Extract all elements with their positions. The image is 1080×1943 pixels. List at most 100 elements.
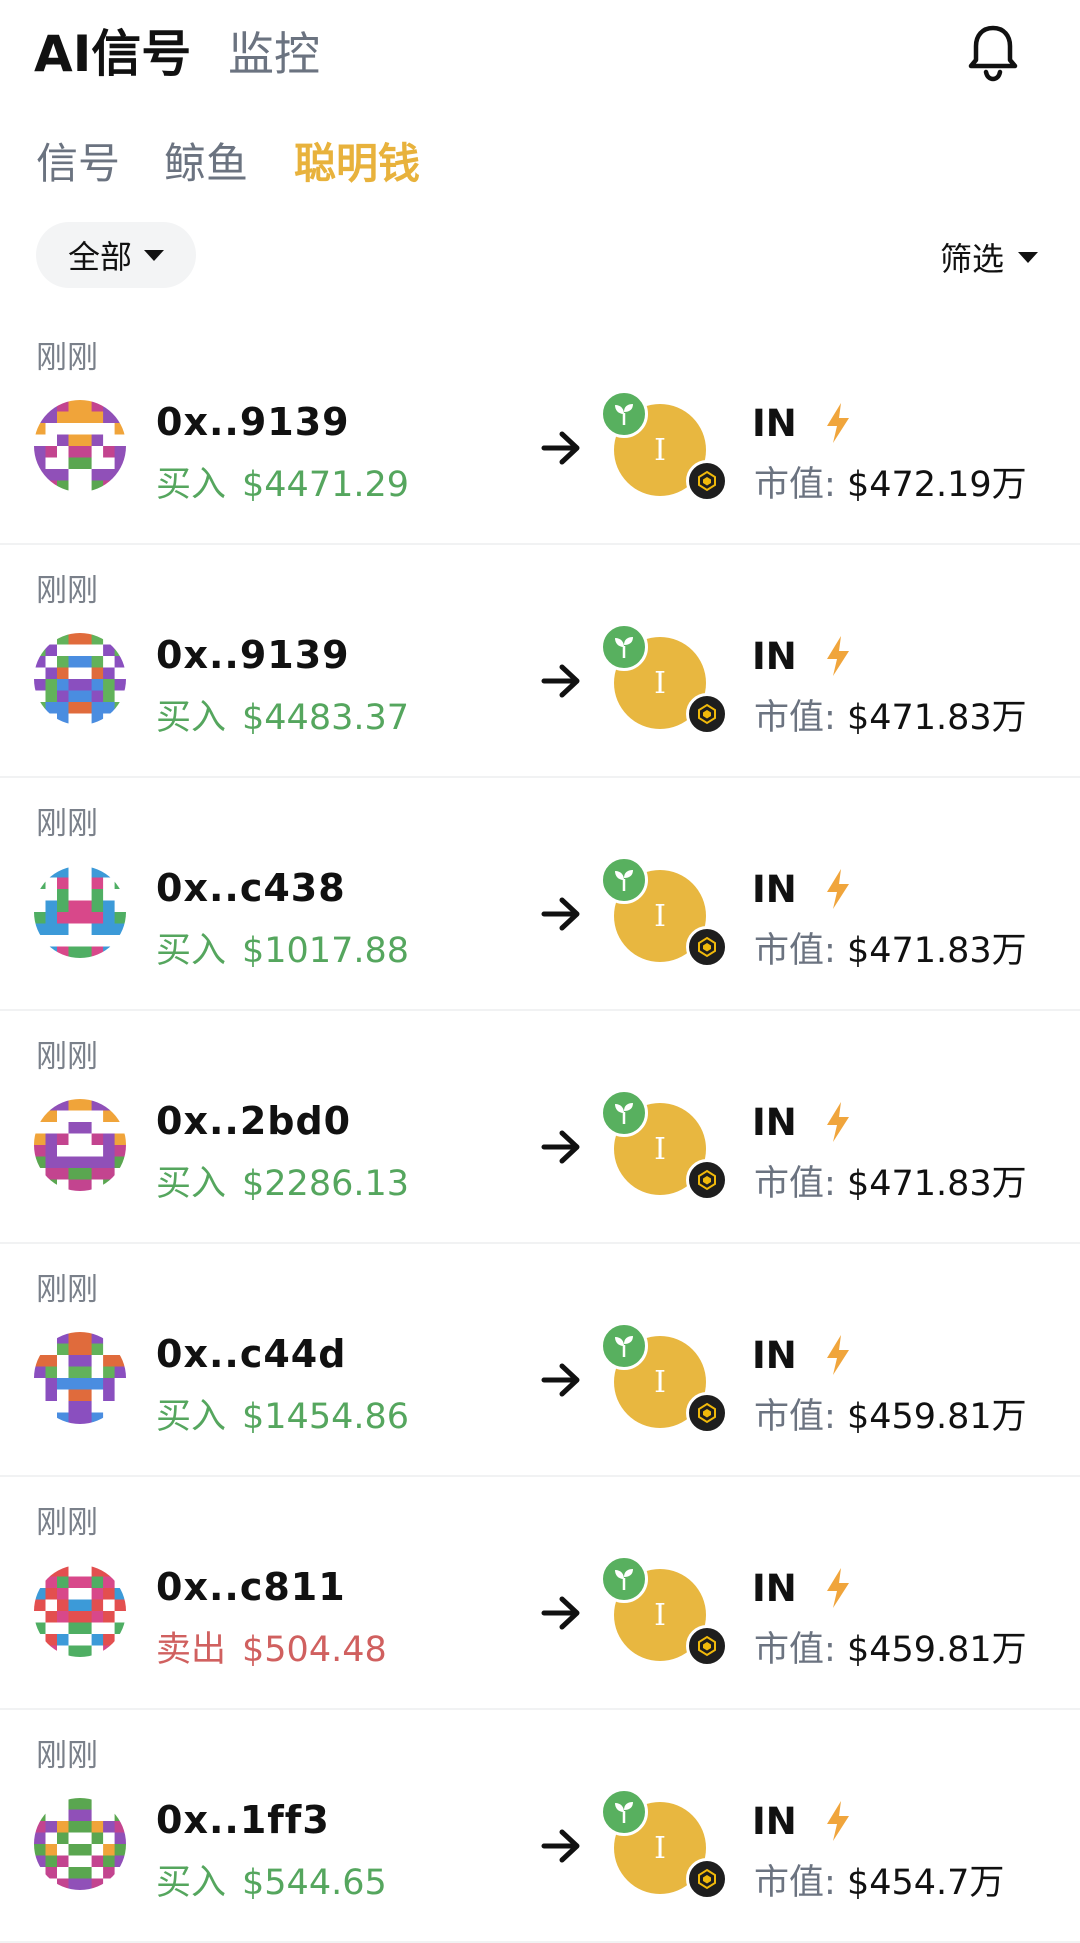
wallet-avatar[interactable] (34, 1099, 126, 1191)
market-cap-value: $471.83万 (846, 931, 1027, 971)
wallet-avatar[interactable] (34, 1332, 126, 1424)
time-label: 刚刚 (36, 806, 98, 842)
transaction-info: 买入 $1454.86 (156, 1388, 409, 1439)
arrow-right-icon (541, 1130, 580, 1164)
transaction-info: 买入 $1017.88 (156, 922, 409, 973)
arrow-right-icon (541, 1363, 580, 1397)
transaction-amount: $1454.86 (242, 1397, 410, 1437)
scope-dropdown[interactable]: 全部 (36, 222, 196, 288)
caret-down-icon (1018, 251, 1039, 263)
transaction-info: 买入 $544.65 (156, 1854, 387, 1905)
market-cap: 市值: $471.83万 (754, 1155, 1027, 1206)
token-avatar[interactable]: I (600, 1788, 730, 1918)
arrow-right-icon (541, 431, 580, 465)
filter-dropdown-label: 筛选 (940, 240, 1005, 278)
sprout-icon (600, 623, 648, 671)
transaction-info: 买入 $4471.29 (156, 456, 409, 507)
token-avatar[interactable]: I (600, 856, 730, 986)
sprout-icon (600, 1555, 648, 1603)
wallet-avatar[interactable] (34, 633, 126, 725)
top-bar: AI信号 监控 (0, 0, 1080, 100)
wallet-address[interactable]: 0x..9139 (156, 400, 350, 444)
token-symbol[interactable]: IN (752, 635, 797, 678)
market-cap-label: 市值: (754, 931, 836, 971)
wallet-avatar[interactable] (34, 1565, 126, 1657)
transaction-info: 买入 $4483.37 (156, 689, 409, 740)
bnb-chain-icon (686, 1159, 728, 1201)
market-cap: 市值: $471.83万 (754, 922, 1027, 973)
time-label: 刚刚 (36, 340, 98, 376)
time-label: 刚刚 (36, 1505, 98, 1541)
transaction-amount: $544.65 (242, 1863, 387, 1903)
transaction-info: 卖出 $504.48 (156, 1621, 387, 1672)
feed-row[interactable]: 刚刚 0x..c811 卖出 $504.48 I IN 市值: $459.81万 (0, 1475, 1080, 1710)
feed-row[interactable]: 刚刚 0x..c438 买入 $1017.88 I IN 市值: $471.83万 (0, 776, 1080, 1011)
tab-whales[interactable]: 鲸鱼 (164, 130, 248, 191)
token-symbol[interactable]: IN (752, 1334, 797, 1377)
lightning-icon (827, 403, 849, 443)
bnb-chain-icon (686, 460, 728, 502)
tab-smart-money[interactable]: 聪明钱 (294, 130, 420, 191)
token-symbol[interactable]: IN (752, 1800, 797, 1843)
tab-signals[interactable]: 信号 (36, 130, 120, 191)
token-symbol[interactable]: IN (752, 402, 797, 445)
wallet-address[interactable]: 0x..c438 (156, 866, 346, 910)
bnb-chain-icon (686, 693, 728, 735)
bell-icon[interactable] (965, 22, 1021, 82)
bnb-chain-icon (686, 926, 728, 968)
lightning-icon (827, 636, 849, 676)
token-avatar[interactable]: I (600, 1089, 730, 1219)
wallet-address[interactable]: 0x..c811 (156, 1565, 346, 1609)
feed-row[interactable]: 刚刚 0x..c44d 买入 $1454.86 I IN 市值: $459.81万 (0, 1242, 1080, 1477)
wallet-address[interactable]: 0x..2bd0 (156, 1099, 351, 1143)
transaction-action: 买入 (156, 465, 227, 505)
transaction-action: 买入 (156, 1397, 227, 1437)
token-symbol[interactable]: IN (752, 868, 797, 911)
filter-dropdown[interactable]: 筛选 (940, 234, 1039, 280)
sprout-icon (600, 1322, 648, 1370)
market-cap-value: $471.83万 (846, 1164, 1027, 1204)
wallet-address[interactable]: 0x..9139 (156, 633, 350, 677)
feed-row[interactable]: 刚刚 0x..1ff3 买入 $544.65 I IN 市值: $454.7万 (0, 1708, 1080, 1943)
market-cap-value: $459.81万 (846, 1397, 1027, 1437)
lightning-icon (827, 869, 849, 909)
wallet-avatar[interactable] (34, 400, 126, 492)
wallet-address[interactable]: 0x..c44d (156, 1332, 346, 1376)
token-symbol[interactable]: IN (752, 1101, 797, 1144)
caret-down-icon (144, 249, 164, 261)
sprout-icon (600, 390, 648, 438)
token-avatar[interactable]: I (600, 623, 730, 753)
market-cap-label: 市值: (754, 698, 836, 738)
token-avatar[interactable]: I (600, 1322, 730, 1452)
market-cap-label: 市值: (754, 1630, 836, 1670)
wallet-avatar[interactable] (34, 1798, 126, 1890)
arrow-right-icon (541, 1829, 580, 1863)
arrow-right-icon (541, 664, 580, 698)
page-title[interactable]: AI信号 (34, 14, 191, 86)
transaction-action: 卖出 (156, 1630, 227, 1670)
market-cap-label: 市值: (754, 1863, 836, 1903)
transaction-action: 买入 (156, 931, 227, 971)
market-cap: 市值: $454.7万 (754, 1854, 1004, 1905)
feed-row[interactable]: 刚刚 0x..9139 买入 $4471.29 I IN 市值: $472.19万 (0, 310, 1080, 545)
transaction-amount: $2286.13 (242, 1164, 410, 1204)
wallet-avatar[interactable] (34, 866, 126, 958)
transaction-amount: $1017.88 (242, 931, 410, 971)
feed-row[interactable]: 刚刚 0x..9139 买入 $4483.37 I IN 市值: $471.83万 (0, 543, 1080, 778)
tab-monitor[interactable]: 监控 (228, 18, 320, 84)
wallet-address[interactable]: 0x..1ff3 (156, 1798, 330, 1842)
market-cap: 市值: $472.19万 (754, 456, 1027, 507)
lightning-icon (827, 1335, 849, 1375)
transaction-action: 买入 (156, 1863, 227, 1903)
time-label: 刚刚 (36, 1272, 98, 1308)
token-avatar[interactable]: I (600, 390, 730, 520)
token-avatar[interactable]: I (600, 1555, 730, 1685)
feed-row[interactable]: 刚刚 0x..2bd0 买入 $2286.13 I IN 市值: $471.83万 (0, 1009, 1080, 1244)
token-symbol[interactable]: IN (752, 1567, 797, 1610)
market-cap-value: $454.7万 (846, 1863, 1005, 1903)
sprout-icon (600, 1089, 648, 1137)
transaction-amount: $4471.29 (242, 465, 410, 505)
market-cap-label: 市值: (754, 1164, 836, 1204)
market-cap: 市值: $471.83万 (754, 689, 1027, 740)
market-cap-value: $472.19万 (846, 465, 1027, 505)
